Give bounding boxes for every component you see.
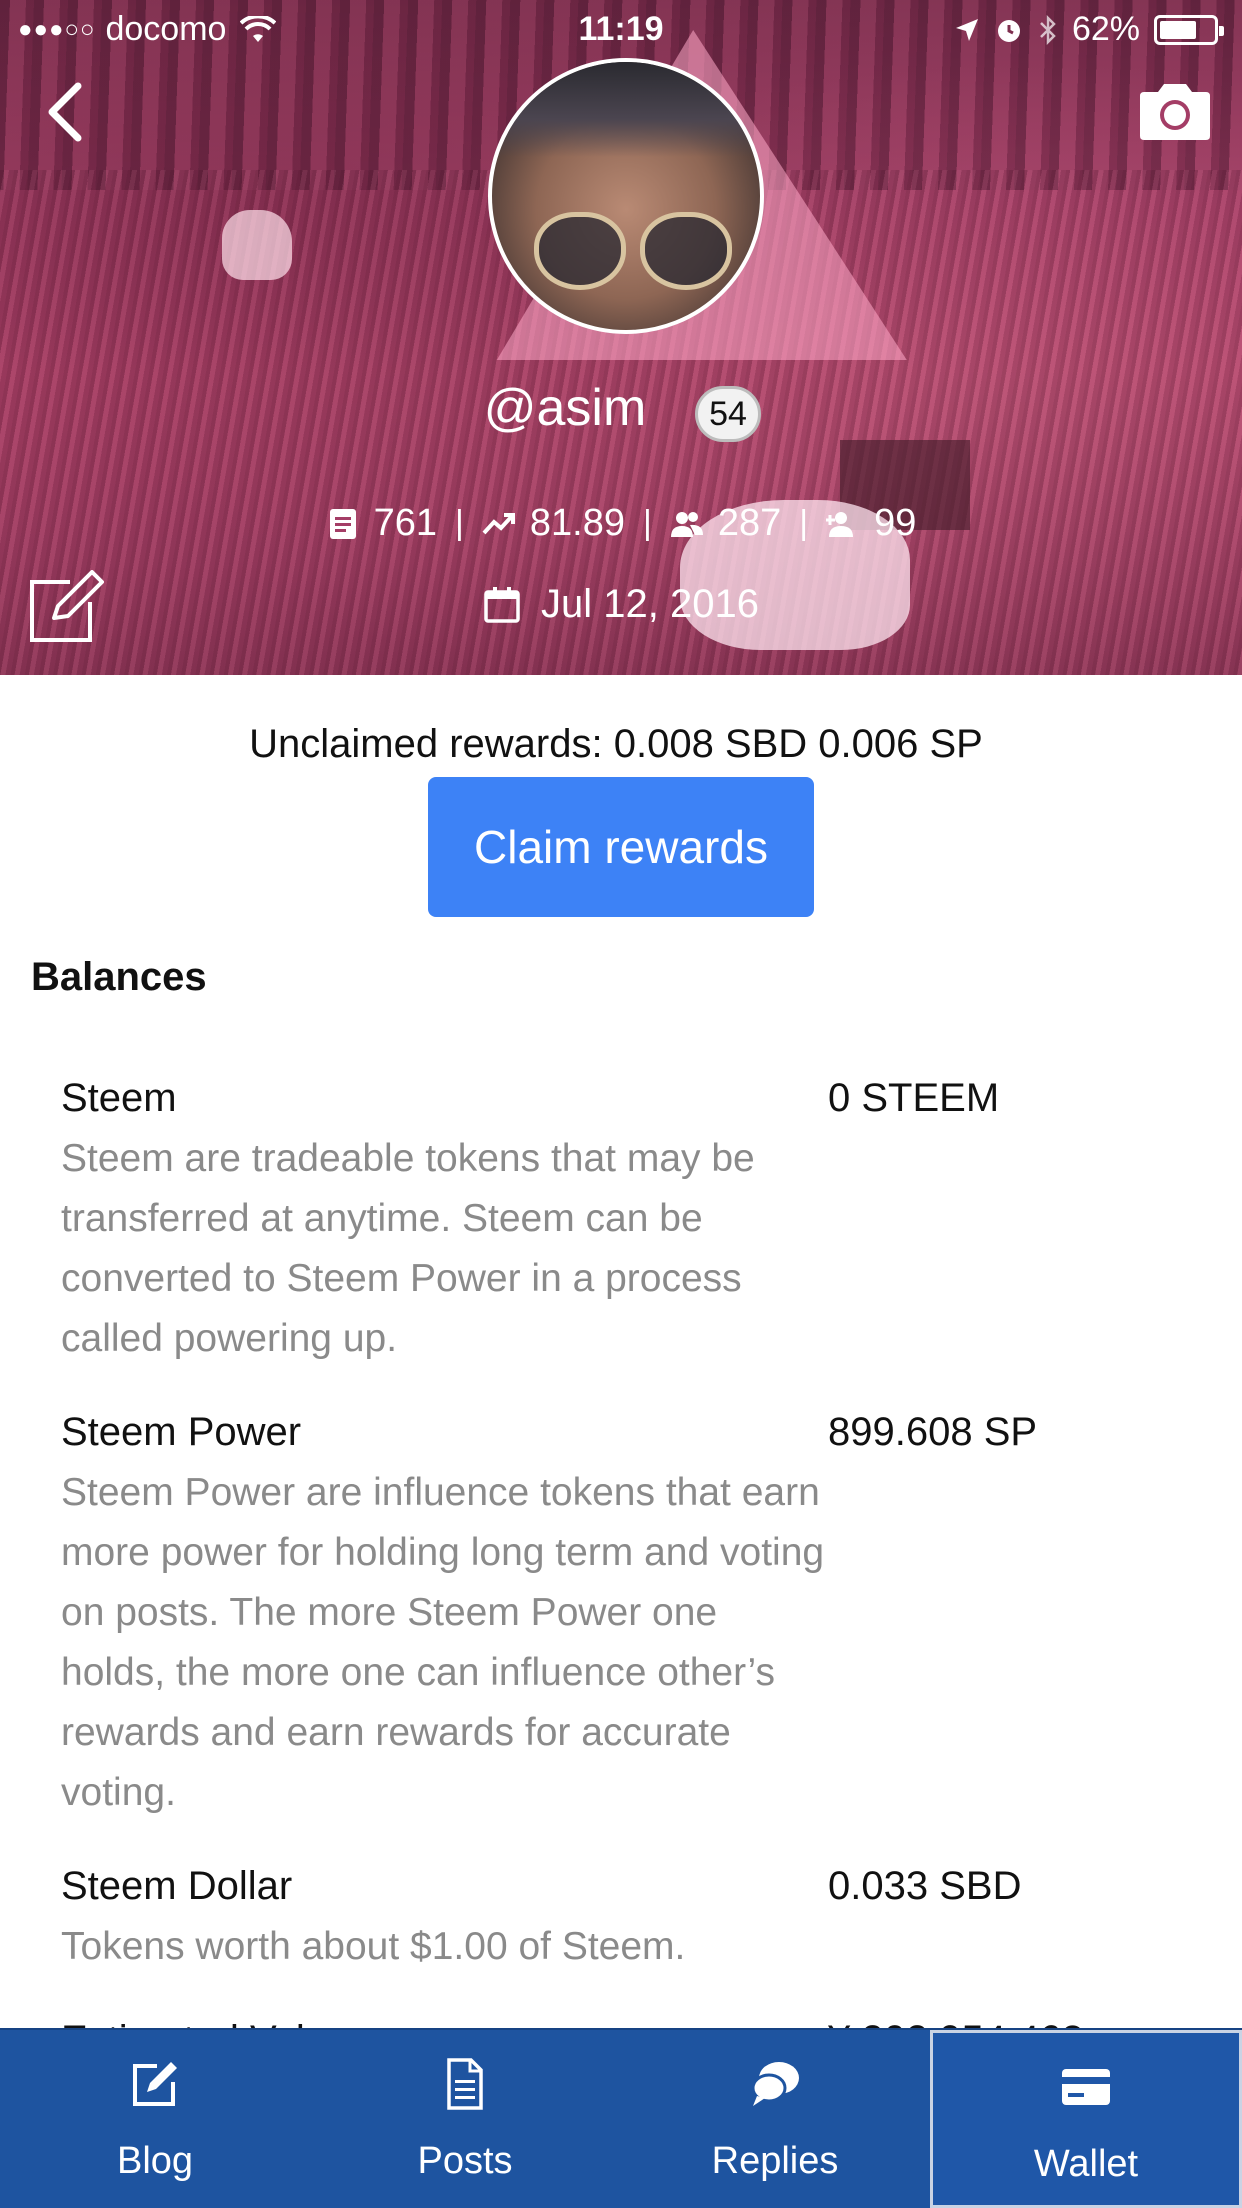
tab-posts[interactable]: Posts (310, 2030, 620, 2208)
balance-name: Steem (61, 1076, 177, 1120)
back-button[interactable] (42, 82, 92, 142)
balance-description: Steem are tradeable tokens that may be t… (61, 1137, 755, 1360)
location-arrow-icon (955, 18, 978, 41)
battery-percent: 62% (1071, 10, 1140, 48)
followers-count: 287 (717, 502, 782, 544)
balance-row-steem-power: Steem Power Steem Power are influence to… (61, 1409, 1181, 1823)
stat-divider: | (799, 504, 809, 542)
edit-icon (30, 570, 104, 642)
battery-icon (1154, 14, 1224, 45)
claim-rewards-button[interactable]: Claim rewards (428, 777, 814, 917)
unclaimed-rewards: Unclaimed rewards: 0.008 SBD 0.006 SP (249, 722, 983, 766)
balance-name: Steem Dollar (61, 1864, 293, 1908)
tab-blog[interactable]: Blog (0, 2030, 310, 2208)
stat-posts: 761 (326, 502, 437, 545)
tab-replies[interactable]: Replies (620, 2030, 930, 2208)
credit-card-icon (1062, 2069, 1110, 2105)
alarm-icon (997, 19, 1020, 42)
avatar[interactable] (488, 58, 764, 334)
stat-voting-power: 81.89 (482, 502, 625, 545)
profile-stats: 761 | 81.89 | 287 | 99 (0, 502, 1242, 545)
add-user-icon (826, 511, 854, 537)
document-icon (329, 508, 356, 539)
avatar-hair (492, 62, 760, 157)
stat-following[interactable]: 99 (826, 502, 916, 545)
reputation-badge: 54 (695, 386, 761, 442)
voting-power-value: 81.89 (529, 502, 625, 544)
profile-header: ●●●○○ docomo 11:19 62% @asim 54 761 | 81… (0, 0, 1242, 675)
bluetooth-icon (1040, 14, 1056, 45)
stat-followers[interactable]: 287 (670, 502, 781, 545)
status-bar: ●●●○○ docomo 11:19 62% (0, 0, 1242, 60)
balance-value[interactable]: 0 STEEM (828, 1075, 999, 1369)
balances-list: Steem Steem are tradeable tokens that ma… (61, 1075, 1181, 2035)
tab-label: Wallet (1033, 2143, 1139, 2185)
balance-value[interactable]: 0.033 SBD (828, 1863, 1021, 1977)
header-cover-goat (222, 210, 292, 280)
followers-icon (670, 511, 703, 537)
balance-description: Steem Power are influence tokens that ea… (61, 1471, 825, 1814)
chat-bubble-icon (751, 2062, 799, 2106)
bottom-tab-bar: Blog Posts Replies Wallet (0, 2028, 1242, 2208)
balance-name: Steem Power (61, 1410, 302, 1454)
calendar-icon (484, 586, 520, 623)
balance-description: Tokens worth about $1.00 of Steem. (61, 1925, 686, 1968)
trending-up-icon (482, 512, 515, 534)
joined-date: Jul 12, 2016 (0, 582, 1242, 627)
balances-title: Balances (31, 955, 207, 999)
username: @asim (483, 379, 647, 437)
tab-label: Posts (417, 2140, 513, 2182)
camera-icon (1140, 84, 1210, 140)
stat-divider: | (642, 504, 652, 542)
avatar-sunglasses-lens (534, 212, 626, 290)
balance-value[interactable]: 899.608 SP (828, 1409, 1037, 1823)
balance-row-steem-dollar: Steem Dollar Tokens worth about $1.00 of… (61, 1863, 1181, 1977)
joined-date-text: Jul 12, 2016 (541, 582, 759, 626)
avatar-sunglasses-lens (640, 212, 732, 290)
tab-label: Blog (116, 2140, 194, 2182)
edit-icon (133, 2062, 177, 2106)
change-cover-button[interactable] (1136, 80, 1214, 142)
chevron-left-icon (48, 82, 82, 142)
following-count: 99 (874, 502, 917, 544)
edit-profile-button[interactable] (30, 570, 104, 642)
balance-row-steem: Steem Steem are tradeable tokens that ma… (61, 1075, 1181, 1369)
tab-label: Replies (711, 2140, 839, 2182)
document-icon (447, 2058, 483, 2110)
tab-wallet[interactable]: Wallet (930, 2030, 1242, 2208)
stat-divider: | (455, 504, 464, 542)
posts-count: 761 (373, 502, 438, 544)
battery-fill (1160, 20, 1196, 39)
